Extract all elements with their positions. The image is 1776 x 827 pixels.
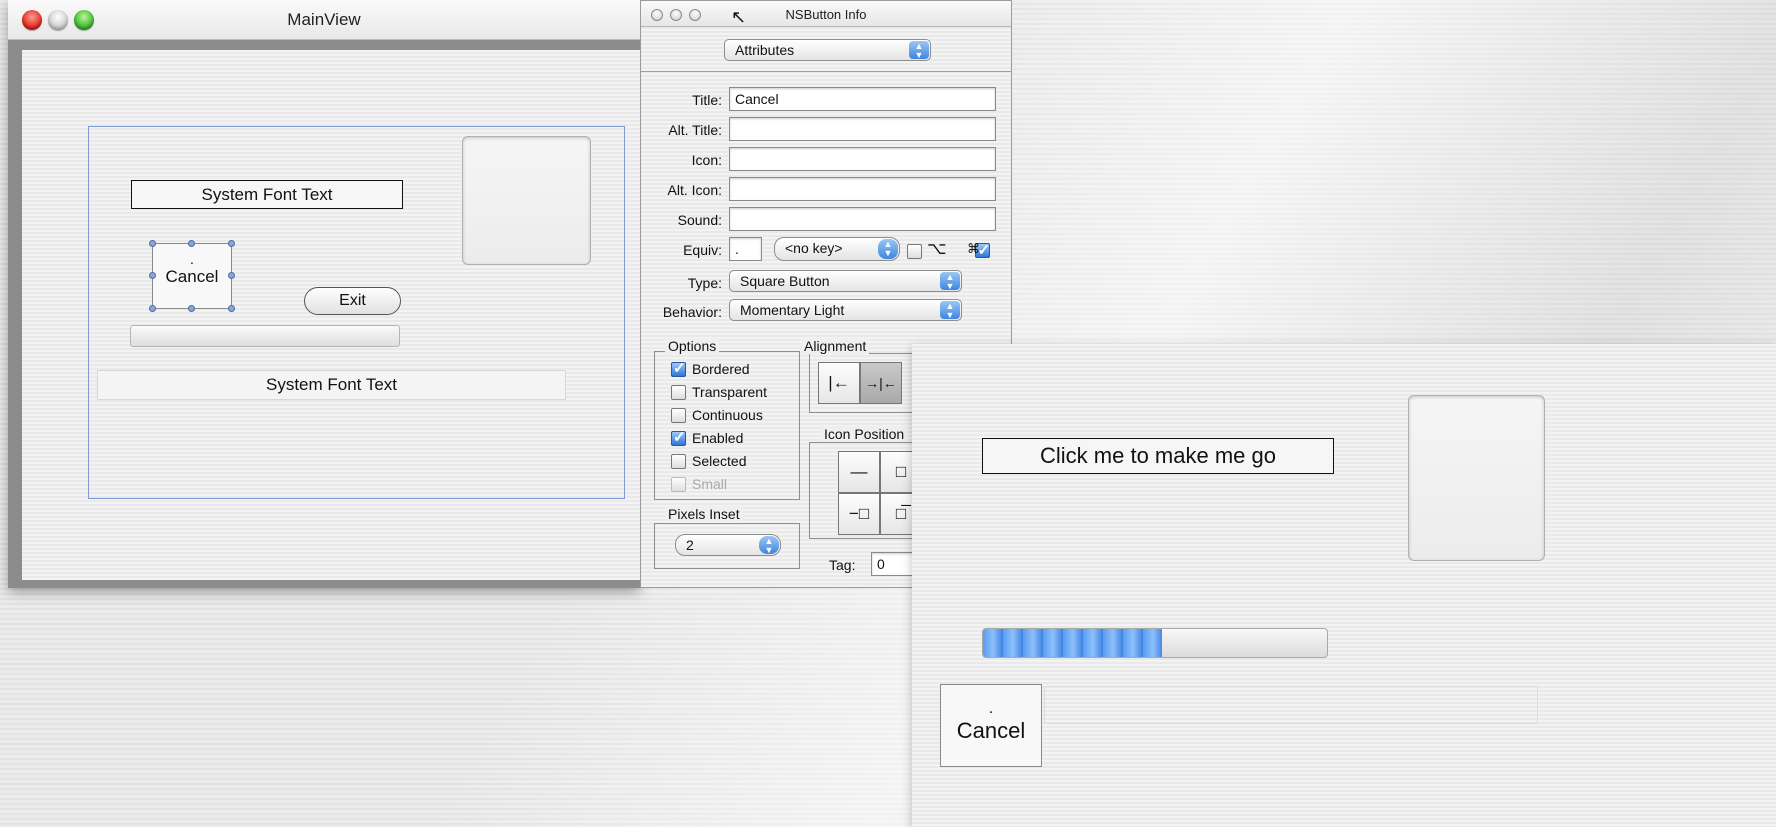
icon-position-left-button[interactable]: −□ <box>838 493 880 535</box>
mainview-titlebar[interactable]: MainView <box>8 0 640 40</box>
equiv-field-label: Equiv: <box>683 242 722 258</box>
attributes-popup-value: Attributes <box>735 42 795 58</box>
alt-icon-field[interactable] <box>729 177 996 201</box>
alignment-group: |← →|← <box>809 353 919 413</box>
selected-label: Selected <box>692 453 747 469</box>
resize-handle[interactable] <box>228 272 235 279</box>
mainview-window: MainView System Font Text . Cancel Exit … <box>8 0 640 588</box>
cancel-button[interactable]: . Cancel <box>940 684 1042 767</box>
resize-handle[interactable] <box>188 305 195 312</box>
progress-bar-fill <box>983 629 1162 657</box>
icon-position-group-title: Icon Position <box>821 426 908 442</box>
alt-icon-field-label: Alt. Icon: <box>667 182 722 198</box>
transparent-checkbox[interactable] <box>671 384 686 400</box>
resize-handle[interactable] <box>228 240 235 247</box>
separator <box>641 71 1011 72</box>
empty-text-field[interactable] <box>1044 686 1538 724</box>
resize-handle[interactable] <box>149 272 156 279</box>
mainview-frame: System Font Text . Cancel Exit System Fo… <box>8 40 640 588</box>
pixels-inset-value: 2 <box>686 537 694 553</box>
mouse-pointer-icon: ↖ <box>731 7 747 27</box>
type-label: Type: <box>687 275 722 291</box>
transparent-label: Transparent <box>692 384 767 400</box>
resize-handle[interactable] <box>228 305 235 312</box>
cancel-square-button[interactable]: . Cancel <box>152 243 232 309</box>
sound-field-label: Sound: <box>677 212 722 228</box>
type-popup-value: Square Button <box>740 273 830 289</box>
popup-arrows-icon: ▲ ▼ <box>940 272 960 291</box>
progress-bar <box>982 628 1328 658</box>
cancel-button-label: Cancel <box>165 267 219 286</box>
options-group-title: Options <box>665 338 720 354</box>
running-app-window: Click me to make me go . Cancel <box>912 344 1776 827</box>
option-key-icon: ⌥ <box>927 239 947 258</box>
continuous-checkbox[interactable] <box>671 407 686 423</box>
options-group: Bordered Transparent Continuous Enabled … <box>654 351 800 500</box>
progress-indicator <box>130 325 400 347</box>
continuous-label: Continuous <box>692 407 763 423</box>
cancel-key-equivalent: . <box>190 251 194 267</box>
alt-title-field[interactable] <box>729 117 996 141</box>
title-field-label: Title: <box>692 92 722 108</box>
cancel-key-equivalent: . <box>988 700 994 717</box>
resize-handle[interactable] <box>149 240 156 247</box>
alt-title-field-label: Alt. Title: <box>668 122 722 138</box>
type-popup[interactable]: Square Button ▲ ▼ <box>729 270 962 292</box>
popup-arrows-icon: ▲ ▼ <box>909 41 929 60</box>
option-modifier-checkbox[interactable] <box>907 244 922 260</box>
mainview-canvas: System Font Text . Cancel Exit System Fo… <box>22 50 640 580</box>
cancel-button-label: Cancel <box>956 718 1026 743</box>
bordered-label: Bordered <box>692 361 750 377</box>
selected-checkbox[interactable] <box>671 453 686 469</box>
bordered-checkbox[interactable] <box>671 360 686 378</box>
system-font-label-top[interactable]: System Font Text <box>131 180 403 209</box>
behavior-popup-value: Momentary Light <box>740 302 845 318</box>
behavior-label: Behavior: <box>662 304 722 320</box>
equiv-key-popup-value: <no key> <box>785 240 843 256</box>
pixels-inset-popup[interactable]: 2 ▲ ▼ <box>675 534 781 556</box>
pixels-inset-group-title: Pixels Inset <box>665 506 743 522</box>
small-checkbox <box>671 476 686 492</box>
icon-position-none-button[interactable]: — <box>838 451 880 493</box>
resize-handle[interactable] <box>188 240 195 247</box>
icon-field[interactable] <box>729 147 996 171</box>
alignment-group-title: Alignment <box>801 338 870 354</box>
icon-field-label: Icon: <box>691 152 722 168</box>
panel-title: NSButton Info <box>785 7 867 22</box>
sound-field[interactable] <box>729 207 996 231</box>
click-me-label[interactable]: Click me to make me go <box>982 438 1334 474</box>
exit-button[interactable]: Exit <box>304 287 401 315</box>
system-font-label-bottom[interactable]: System Font Text <box>97 370 566 400</box>
popup-arrows-icon: ▲ ▼ <box>878 239 898 259</box>
info-titlebar[interactable]: NSButton Info <box>641 1 1011 27</box>
popup-arrows-icon: ▲ ▼ <box>940 301 960 320</box>
window-title: MainView <box>287 10 361 29</box>
resize-handle[interactable] <box>149 305 156 312</box>
pixels-inset-group: 2 ▲ ▼ <box>654 523 800 569</box>
small-label: Small <box>692 476 728 492</box>
enabled-checkbox[interactable] <box>671 429 686 447</box>
equiv-field[interactable]: . <box>729 237 762 261</box>
popup-arrows-icon: ▲ ▼ <box>759 536 779 555</box>
title-field[interactable]: Cancel <box>729 87 996 111</box>
behavior-popup[interactable]: Momentary Light ▲ ▼ <box>729 299 962 321</box>
equiv-key-popup[interactable]: <no key> ▲ ▼ <box>774 237 900 261</box>
image-well[interactable] <box>1408 395 1545 561</box>
enabled-label: Enabled <box>692 430 744 446</box>
align-left-button[interactable]: |← <box>818 362 860 404</box>
icon-position-group: — □ −□ □̅ <box>809 442 922 539</box>
tag-label: Tag: <box>829 557 856 573</box>
attributes-popup[interactable]: Attributes ▲ ▼ <box>724 39 931 61</box>
image-well[interactable] <box>462 136 591 265</box>
align-center-button[interactable]: →|← <box>860 362 902 404</box>
command-key-icon: ⌘ <box>967 241 980 256</box>
